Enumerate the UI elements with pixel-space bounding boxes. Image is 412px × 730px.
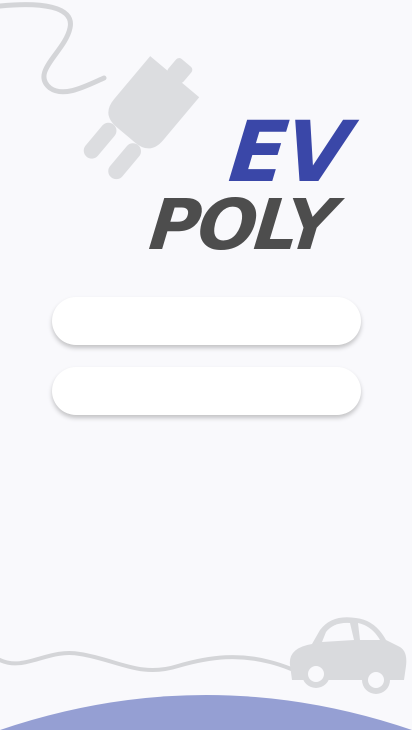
bottom-decoration: [0, 617, 412, 730]
app-logo: EV POLY: [146, 103, 370, 270]
logo-poly-text: POLY: [145, 184, 338, 266]
username-field[interactable]: [52, 297, 361, 345]
ground-arc: [0, 695, 412, 730]
logo-ev-text: EV: [224, 103, 354, 201]
password-field[interactable]: [52, 367, 361, 415]
plug-cable: [0, 2, 107, 95]
plug-prong-right: [108, 143, 141, 180]
plug-prong-left: [83, 122, 117, 159]
road-wave: [0, 651, 302, 674]
car-icon: [289, 617, 407, 694]
